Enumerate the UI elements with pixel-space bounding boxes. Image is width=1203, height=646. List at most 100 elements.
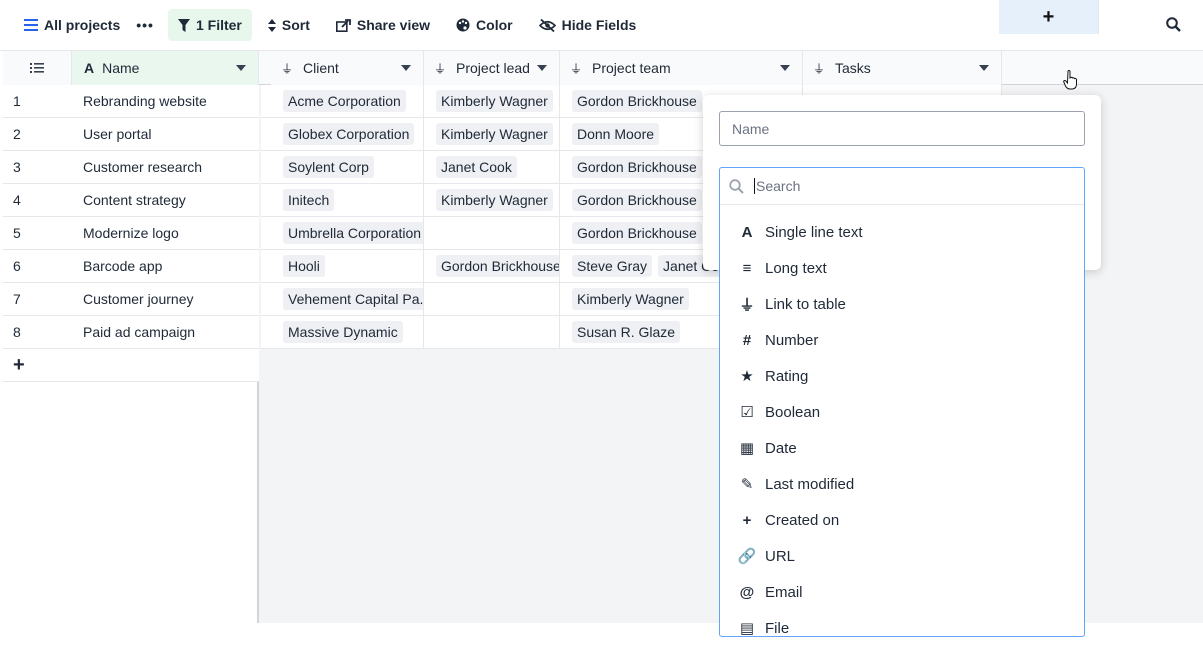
at-icon: @ xyxy=(739,584,755,600)
linked-record-chip[interactable]: Massive Dynamic xyxy=(283,321,403,343)
cell-client[interactable]: Umbrella Corporation xyxy=(271,217,424,249)
linked-record-chip[interactable]: Steve Gray xyxy=(572,255,652,277)
cell-project-lead[interactable] xyxy=(424,217,560,249)
linked-record-chip[interactable]: Susan R. Glaze xyxy=(572,321,680,343)
row-number-header[interactable] xyxy=(3,51,72,85)
cell-client[interactable]: Initech xyxy=(271,184,424,216)
cell-project-lead[interactable]: Kimberly Wagner xyxy=(424,184,560,216)
column-header-project-team[interactable]: ⏚ Project team xyxy=(560,51,803,85)
linked-record-chip[interactable]: Soylent Corp xyxy=(283,156,374,178)
filter-button[interactable]: 1 Filter xyxy=(168,9,252,41)
cell-name[interactable]: Modernize logo xyxy=(72,217,259,249)
linked-record-chip[interactable]: Umbrella Corporation xyxy=(283,222,424,244)
cell-project-lead[interactable] xyxy=(424,316,560,348)
linked-record-chip[interactable]: Gordon Brickhouse xyxy=(572,222,702,244)
table-row[interactable]: 6Barcode app xyxy=(3,250,259,283)
linked-record-chip[interactable]: Globex Corporation xyxy=(283,123,414,145)
cell-name[interactable]: Customer journey xyxy=(72,283,259,315)
table-row[interactable]: 4Content strategy xyxy=(3,184,259,217)
cell-client[interactable]: Vehement Capital Pa... xyxy=(271,283,424,315)
color-button[interactable]: Color xyxy=(446,9,523,41)
row-number: 1 xyxy=(3,85,72,117)
chevron-down-icon[interactable] xyxy=(401,65,411,71)
column-header-client[interactable]: ⏚ Client xyxy=(271,51,424,85)
all-projects-button[interactable]: All projects xyxy=(14,9,130,41)
chevron-down-icon[interactable] xyxy=(979,65,989,71)
linked-record-chip[interactable]: Kimberly Wagner xyxy=(436,123,553,145)
linked-record-chip[interactable]: Kimberly Wagner xyxy=(436,189,553,211)
all-projects-label: All projects xyxy=(44,17,120,33)
cell-name[interactable]: Rebranding website xyxy=(72,85,259,117)
field-type-option[interactable]: @Email xyxy=(720,574,1084,610)
linked-record-chip[interactable]: Initech xyxy=(283,189,334,211)
sort-button[interactable]: Sort xyxy=(258,9,320,41)
chevron-down-icon[interactable] xyxy=(780,65,790,71)
field-type-option[interactable]: +Created on xyxy=(720,502,1084,538)
linked-record-chip[interactable]: Hooli xyxy=(283,255,325,277)
cell-name[interactable]: Paid ad campaign xyxy=(72,316,259,348)
chevron-down-icon[interactable] xyxy=(236,65,246,71)
field-type-option[interactable]: ⏚Link to table xyxy=(720,286,1084,322)
table-row[interactable]: 1Rebranding website xyxy=(3,85,259,118)
cell-name[interactable]: User portal xyxy=(72,118,259,150)
field-type-option[interactable]: ▦Date xyxy=(720,430,1084,466)
cell-name[interactable]: Content strategy xyxy=(72,184,259,216)
add-row-button[interactable]: + xyxy=(3,349,43,381)
linked-record-chip[interactable]: Donn Moore xyxy=(572,123,659,145)
share-view-button[interactable]: Share view xyxy=(326,9,440,41)
header-row-left: A Name xyxy=(3,51,259,85)
field-name-input[interactable] xyxy=(719,111,1085,146)
cell-project-lead[interactable]: Janet Cook xyxy=(424,151,560,183)
cell-client[interactable]: Hooli xyxy=(271,250,424,282)
linked-record-chip[interactable]: Gordon Brickhouse xyxy=(572,156,702,178)
filter-label: 1 Filter xyxy=(196,17,242,33)
cell-name[interactable]: Barcode app xyxy=(72,250,259,282)
field-type-search xyxy=(720,168,1084,205)
column-header-project-lead[interactable]: ⏚ Project lead xyxy=(424,51,560,85)
field-type-option[interactable]: ☑Boolean xyxy=(720,394,1084,430)
linked-record-chip[interactable]: Kimberly Wagner xyxy=(572,288,689,310)
cell-name[interactable]: Customer research xyxy=(72,151,259,183)
table-row[interactable]: 5Modernize logo xyxy=(3,217,259,250)
linked-record-chip[interactable]: Janet Cook xyxy=(436,156,517,178)
linked-record-chip[interactable]: Gordon Brickhouse xyxy=(572,189,702,211)
linked-record-chip[interactable]: Gordon Brickhouse xyxy=(436,255,560,277)
add-column-button[interactable]: + xyxy=(999,0,1099,34)
cell-project-lead[interactable]: Kimberly Wagner xyxy=(424,118,560,150)
column-header-name[interactable]: A Name xyxy=(72,51,259,85)
field-type-label: Date xyxy=(765,440,797,457)
header-row-right: ⏚ Client ⏚ Project lead ⏚ Project team ⏚… xyxy=(259,51,1203,85)
field-type-option[interactable]: ≡Long text xyxy=(720,250,1084,286)
field-type-option[interactable]: ASingle line text xyxy=(720,214,1084,250)
cell-project-lead[interactable]: Gordon Brickhouse xyxy=(424,250,560,282)
row-number: 4 xyxy=(3,184,72,216)
column-header-name-label: Name xyxy=(102,60,139,76)
table-row[interactable]: 7Customer journey xyxy=(3,283,259,316)
field-type-option[interactable]: #Number xyxy=(720,322,1084,358)
table-row[interactable]: 3Customer research xyxy=(3,151,259,184)
table-row[interactable]: 8Paid ad campaign xyxy=(3,316,259,349)
cell-project-lead[interactable] xyxy=(424,283,560,315)
cell-client[interactable]: Globex Corporation xyxy=(271,118,424,150)
chevron-down-icon[interactable] xyxy=(537,65,547,71)
edit-icon: ✎ xyxy=(739,476,755,492)
field-type-option[interactable]: 🔗URL xyxy=(720,538,1084,574)
linked-record-chip[interactable]: Vehement Capital Pa... xyxy=(283,288,424,310)
linked-record-chip[interactable]: Kimberly Wagner xyxy=(436,90,553,112)
field-type-option[interactable]: ✎Last modified xyxy=(720,466,1084,502)
field-type-option[interactable]: ▤File xyxy=(720,610,1084,646)
more-options-button[interactable]: ••• xyxy=(136,17,154,33)
cell-project-lead[interactable]: Kimberly Wagner xyxy=(424,85,560,117)
field-type-option[interactable]: ★Rating xyxy=(720,358,1084,394)
link-icon: ⏚ xyxy=(739,296,755,312)
cell-client[interactable]: Soylent Corp xyxy=(271,151,424,183)
field-type-search-input[interactable] xyxy=(754,178,1054,194)
column-header-tasks[interactable]: ⏚ Tasks xyxy=(803,51,1002,85)
linked-record-chip[interactable]: Gordon Brickhouse xyxy=(572,90,702,112)
cell-client[interactable]: Acme Corporation xyxy=(271,85,424,117)
linked-record-chip[interactable]: Acme Corporation xyxy=(283,90,406,112)
hide-fields-button[interactable]: Hide Fields xyxy=(529,9,647,41)
cell-client[interactable]: Massive Dynamic xyxy=(271,316,424,348)
table-row[interactable]: 2User portal xyxy=(3,118,259,151)
search-button[interactable] xyxy=(1166,17,1181,37)
